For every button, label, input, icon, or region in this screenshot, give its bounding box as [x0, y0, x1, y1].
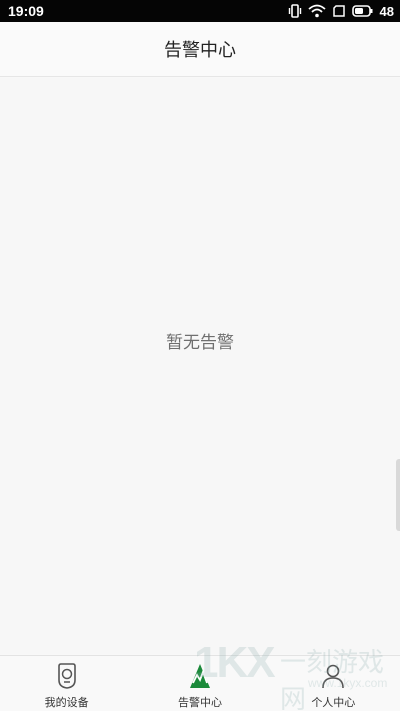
- tab-my-devices[interactable]: 我的设备: [0, 656, 133, 711]
- edge-drawer-handle[interactable]: [396, 459, 400, 531]
- alarm-list[interactable]: 暂无告警: [0, 78, 400, 654]
- sim-icon: [332, 5, 345, 17]
- tab-label: 我的设备: [44, 696, 89, 709]
- device-icon: [53, 662, 81, 690]
- header: 告警中心: [0, 22, 400, 77]
- battery-level: 48: [379, 3, 394, 19]
- wifi-icon: [307, 4, 326, 18]
- bottom-tab-bar: 我的设备 告警中心 个人中心: [0, 655, 400, 711]
- page-title: 告警中心: [164, 40, 236, 61]
- person-icon: [319, 662, 347, 690]
- vibrate-icon: [288, 4, 301, 18]
- tab-label: 告警中心: [177, 696, 222, 709]
- status-time: 19:09: [8, 3, 44, 19]
- tab-personal-center[interactable]: 个人中心: [267, 656, 400, 711]
- tab-alarm-center[interactable]: 告警中心: [133, 656, 266, 711]
- empty-message: 暂无告警: [166, 333, 234, 353]
- alarm-icon: [186, 662, 214, 690]
- battery-icon: [351, 5, 373, 17]
- tab-label: 个人中心: [311, 696, 356, 709]
- status-bar: 19:09 48: [0, 0, 400, 22]
- status-icons: 48: [288, 4, 394, 19]
